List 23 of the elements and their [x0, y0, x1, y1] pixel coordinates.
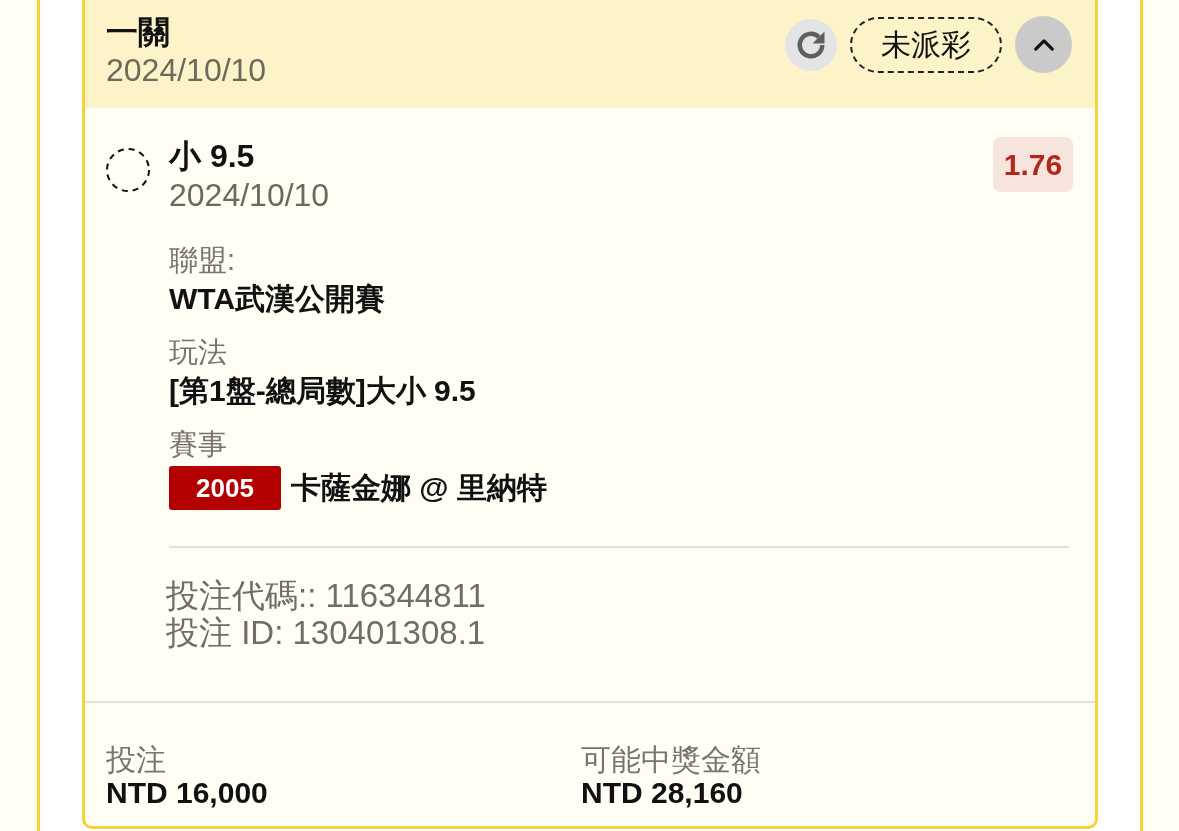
event-code-badge: 2005: [169, 466, 281, 510]
dashed-circle-icon: [106, 148, 150, 192]
summary-value: NTD 28,160: [581, 776, 743, 809]
chevron-up-icon: [1032, 38, 1055, 51]
detail-value: 卡薩金娜 @ 里納特: [291, 470, 547, 506]
collapse-button[interactable]: [1015, 16, 1072, 73]
summary-label: 投注: [106, 743, 166, 776]
detail-label: 賽事: [169, 427, 227, 462]
status-badge: 未派彩: [850, 16, 1002, 73]
detail-value: WTA武漢公開賽: [169, 281, 386, 317]
selection-date: 2024/10/10: [169, 176, 330, 214]
summary-value: NTD 16,000: [106, 776, 268, 809]
detail-label: 聯盟:: [169, 243, 236, 278]
bet-id-text: 投注 ID: 130401308.1: [166, 614, 486, 651]
bet-code-text: 投注代碼:: 116344811: [166, 577, 486, 614]
refresh-button[interactable]: [785, 18, 837, 71]
card-title: 一關: [106, 13, 170, 51]
summary-label: 可能中獎金額: [581, 743, 761, 776]
selection-name: 小 9.5: [169, 137, 255, 176]
detail-value: [第1盤-總局數]大小 9.5: [169, 373, 476, 409]
card-date: 2024/10/10: [106, 51, 267, 89]
odds-badge: 1.76: [993, 137, 1073, 192]
detail-label: 玩法: [169, 335, 227, 370]
